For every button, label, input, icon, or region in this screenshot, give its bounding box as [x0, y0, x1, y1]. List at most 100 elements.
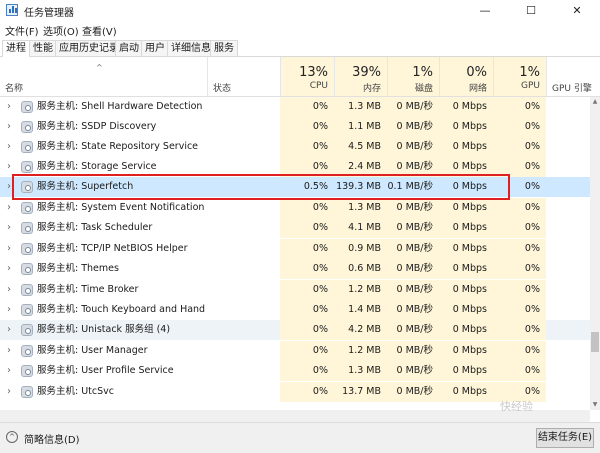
service-gear-icon — [21, 222, 33, 234]
disk-value: 0 MB/秒 — [387, 361, 439, 381]
task-manager-icon — [6, 4, 18, 16]
tab-performance[interactable]: 性能 — [29, 40, 57, 56]
process-name: 服务主机: Time Broker — [37, 284, 139, 295]
collapse-up-icon[interactable]: ^ — [6, 431, 18, 443]
col-gpu-header[interactable]: 1% GPU — [493, 57, 546, 96]
process-row[interactable]: › 服务主机: System Event Notification S... 0… — [0, 198, 590, 218]
chevron-right-icon[interactable]: › — [7, 361, 11, 381]
menu-bar: 文件(F) 选项(O) 查看(V) — [0, 21, 600, 39]
service-gear-icon — [21, 202, 33, 214]
memory-value: 4.5 MB — [334, 137, 387, 157]
tab-processes[interactable]: 进程 — [2, 40, 30, 57]
gpu-value: 0% — [493, 280, 546, 300]
chevron-right-icon[interactable]: › — [7, 239, 11, 259]
scrollbar-thumb[interactable] — [591, 332, 599, 352]
fewer-details-link[interactable]: 简略信息(D) — [24, 431, 80, 446]
disk-value: 0 MB/秒 — [387, 320, 439, 340]
process-row[interactable]: › 服务主机: Unistack 服务组 (4) 0% 4.2 MB 0 MB/… — [0, 320, 590, 340]
cpu-value: 0% — [280, 239, 334, 259]
memory-value: 1.1 MB — [334, 117, 387, 137]
process-name: 服务主机: System Event Notification S... — [37, 202, 205, 213]
network-value: 0 Mbps — [439, 341, 493, 361]
close-button[interactable]: ✕ — [554, 0, 600, 21]
tab-details[interactable]: 详细信息 — [167, 40, 215, 56]
chevron-right-icon[interactable]: › — [7, 137, 11, 157]
chevron-right-icon[interactable]: › — [7, 198, 11, 218]
process-row[interactable]: › 服务主机: SSDP Discovery 0% 1.1 MB 0 MB/秒 … — [0, 117, 590, 137]
process-row[interactable]: › 服务主机: Time Broker 0% 1.2 MB 0 MB/秒 0 M… — [0, 280, 590, 300]
menu-file[interactable]: 文件(F) — [5, 23, 39, 38]
process-row[interactable]: › 服务主机: Task Scheduler 0% 4.1 MB 0 MB/秒 … — [0, 218, 590, 238]
menu-view[interactable]: 查看(V) — [82, 23, 117, 38]
disk-value: 0 MB/秒 — [387, 218, 439, 238]
network-value: 0 Mbps — [439, 137, 493, 157]
col-status-header[interactable]: 状态 — [207, 57, 280, 96]
process-row[interactable]: › 服务主机: TCP/IP NetBIOS Helper 0% 0.9 MB … — [0, 239, 590, 259]
service-gear-icon — [21, 161, 33, 173]
tab-services[interactable]: 服务 — [210, 40, 238, 56]
col-gpu-engine-header[interactable]: GPU 引擎 — [546, 57, 600, 96]
cpu-value: 0% — [280, 341, 334, 361]
chevron-right-icon[interactable]: › — [7, 177, 11, 197]
scroll-down-arrow-icon[interactable]: ▼ — [590, 400, 600, 410]
chevron-right-icon[interactable]: › — [7, 157, 11, 177]
col-name-header[interactable]: ^ 名称 — [0, 57, 207, 96]
process-row[interactable]: › 服务主机: User Profile Service 0% 1.3 MB 0… — [0, 361, 590, 381]
cpu-value: 0% — [280, 300, 334, 320]
disk-value: 0 MB/秒 — [387, 97, 439, 117]
col-network-header[interactable]: 0% 网络 — [439, 57, 493, 96]
service-gear-icon — [21, 386, 33, 398]
chevron-right-icon[interactable]: › — [7, 117, 11, 137]
gpu-value: 0% — [493, 198, 546, 218]
process-row[interactable]: › 服务主机: State Repository Service 0% 4.5 … — [0, 137, 590, 157]
chevron-right-icon[interactable]: › — [7, 218, 11, 238]
col-disk-header[interactable]: 1% 磁盘 — [387, 57, 439, 96]
col-memory-header[interactable]: 39% 内存 — [334, 57, 387, 96]
process-row[interactable]: › 服务主机: Themes 0% 0.6 MB 0 MB/秒 0 Mbps 0… — [0, 259, 590, 279]
col-cpu-header[interactable]: 13% CPU — [280, 57, 334, 96]
service-gear-icon — [21, 263, 33, 275]
cpu-value: 0% — [280, 137, 334, 157]
network-value: 0 Mbps — [439, 361, 493, 381]
process-name: 服务主机: SSDP Discovery — [37, 121, 157, 132]
memory-value: 0.6 MB — [334, 259, 387, 279]
menu-options[interactable]: 选项(O) — [43, 23, 79, 38]
column-header: ^ 名称 状态 13% CPU 39% 内存 1% 磁盘 0% 网络 1% GP… — [0, 57, 600, 97]
tab-app-history[interactable]: 应用历史记录 — [55, 40, 123, 56]
gpu-value: 0% — [493, 218, 546, 238]
chevron-right-icon[interactable]: › — [7, 382, 11, 402]
chevron-right-icon[interactable]: › — [7, 320, 11, 340]
tab-startup[interactable]: 启动 — [115, 40, 143, 56]
scroll-up-arrow-icon[interactable]: ▲ — [590, 97, 600, 107]
cpu-value: 0% — [280, 218, 334, 238]
chevron-right-icon[interactable]: › — [7, 300, 11, 320]
process-name: 服务主机: UtcSvc — [37, 386, 114, 397]
process-row[interactable]: › 服务主机: Touch Keyboard and Hand... 0% 1.… — [0, 300, 590, 320]
service-gear-icon — [21, 345, 33, 357]
disk-value: 0 MB/秒 — [387, 137, 439, 157]
memory-value: 1.3 MB — [334, 361, 387, 381]
memory-value: 1.4 MB — [334, 300, 387, 320]
memory-value: 4.1 MB — [334, 218, 387, 238]
minimize-button[interactable]: — — [462, 0, 508, 21]
network-value: 0 Mbps — [439, 280, 493, 300]
end-task-button[interactable]: 结束任务(E) — [536, 428, 594, 448]
vertical-scrollbar[interactable]: ▲ ▼ — [590, 97, 600, 410]
gpu-value: 0% — [493, 320, 546, 340]
footer-bar: ^ 简略信息(D) 结束任务(E) — [0, 422, 600, 453]
chevron-right-icon[interactable]: › — [7, 341, 11, 361]
process-name: 服务主机: Touch Keyboard and Hand... — [37, 304, 205, 315]
process-row[interactable]: › 服务主机: Shell Hardware Detection 0% 1.3 … — [0, 97, 590, 117]
process-name: 服务主机: Task Scheduler — [37, 222, 153, 233]
tab-users[interactable]: 用户 — [141, 40, 169, 56]
chevron-right-icon[interactable]: › — [7, 97, 11, 117]
process-name: 服务主机: State Repository Service — [37, 141, 199, 152]
tab-bar: 进程 性能 应用历史记录 启动 用户 详细信息 服务 — [0, 39, 600, 57]
chevron-right-icon[interactable]: › — [7, 280, 11, 300]
process-row[interactable]: › 服务主机: User Manager 0% 1.2 MB 0 MB/秒 0 … — [0, 341, 590, 361]
chevron-right-icon[interactable]: › — [7, 259, 11, 279]
cpu-value: 0% — [280, 361, 334, 381]
service-gear-icon — [21, 141, 33, 153]
maximize-button[interactable]: ☐ — [508, 0, 554, 21]
disk-value: 0 MB/秒 — [387, 117, 439, 137]
